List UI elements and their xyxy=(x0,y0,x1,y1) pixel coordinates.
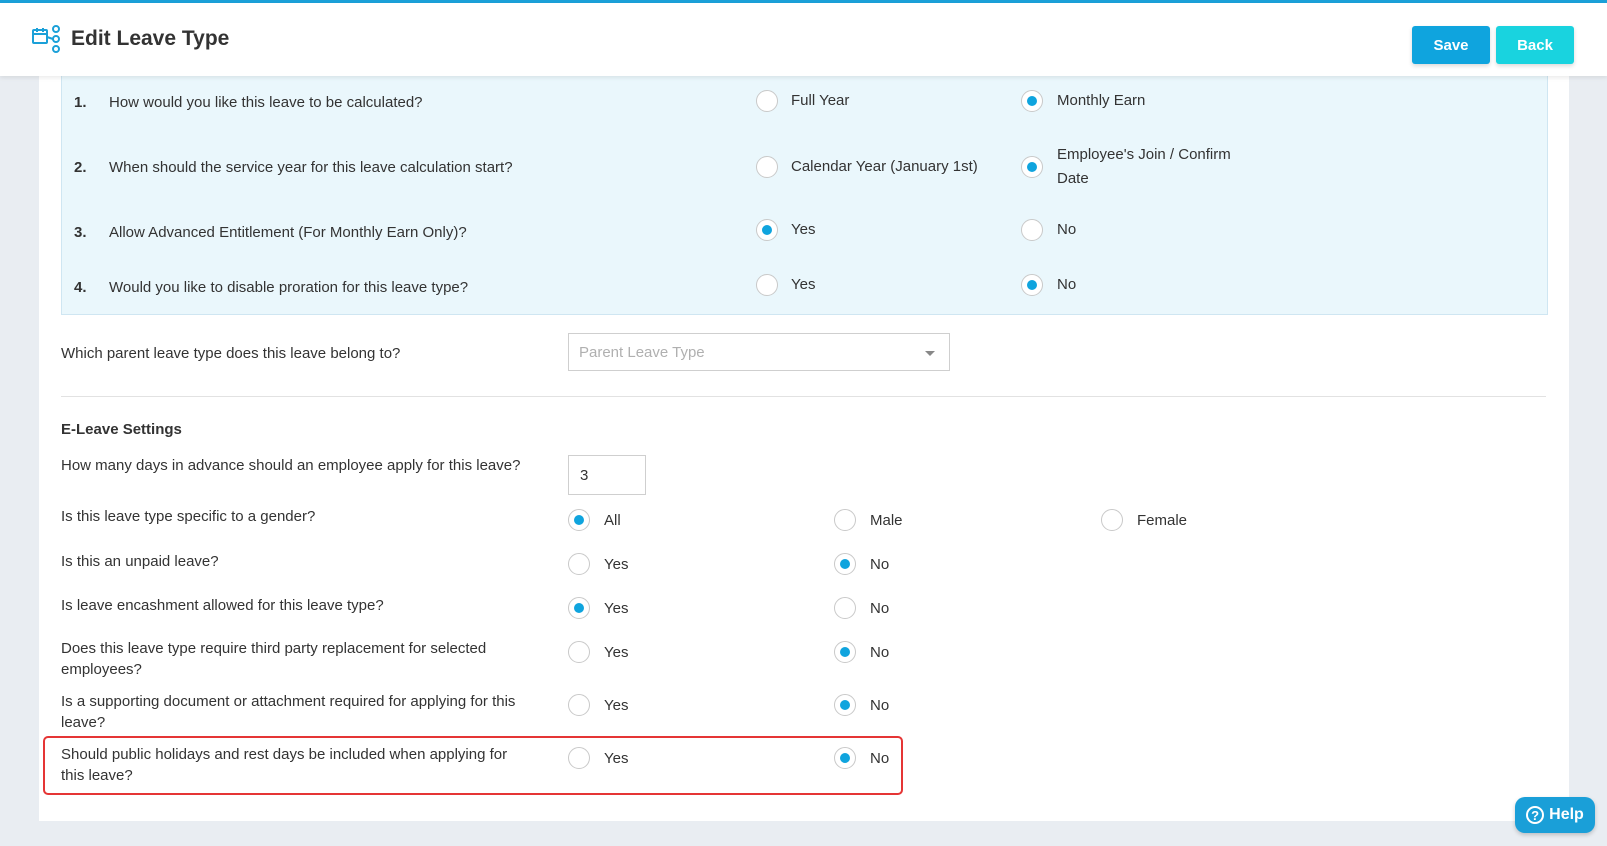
radio-gender-all[interactable] xyxy=(568,509,590,531)
option-label: No xyxy=(1057,221,1077,238)
question-text: Allow Advanced Entitlement (For Monthly … xyxy=(109,224,467,241)
option-label: All xyxy=(604,512,621,529)
chevron-down-icon xyxy=(925,351,935,356)
radio-replacement-no[interactable] xyxy=(834,641,856,663)
parent-leave-label: Which parent leave type does this leave … xyxy=(61,345,401,362)
select-placeholder: Parent Leave Type xyxy=(579,344,705,361)
option-label: Yes xyxy=(604,556,629,573)
page-header: Edit Leave Type Save Back xyxy=(0,3,1607,76)
back-button[interactable]: Back xyxy=(1496,26,1574,64)
option-label: No xyxy=(870,556,890,573)
radio-gender-female[interactable] xyxy=(1101,509,1123,531)
question-text: Would you like to disable proration for … xyxy=(109,279,469,296)
question-text: Is this leave type specific to a gender? xyxy=(61,508,316,525)
option-label: Yes xyxy=(604,697,629,714)
advance-days-input[interactable]: 3 xyxy=(568,455,646,495)
option-label: Employee's Join / Confirm Date xyxy=(1057,146,1231,187)
option-label: Female xyxy=(1137,512,1188,529)
question-text: Is a supporting document or attachment r… xyxy=(61,693,516,731)
save-button[interactable]: Save xyxy=(1412,26,1490,64)
advance-days-value: 3 xyxy=(580,467,589,484)
question-text: Does this leave type require third party… xyxy=(61,640,487,678)
question-text: Is this an unpaid leave? xyxy=(61,553,219,570)
help-label: Help xyxy=(1549,806,1584,823)
option-label: Yes xyxy=(604,600,629,617)
question-text: How would you like this leave to be calc… xyxy=(109,94,423,111)
page-title: Edit Leave Type xyxy=(71,27,230,50)
option-label: Yes xyxy=(791,221,816,238)
radio-unpaid-no[interactable] xyxy=(834,553,856,575)
radio-encashment-no[interactable] xyxy=(834,597,856,619)
radio-proration-yes[interactable] xyxy=(756,274,778,296)
eleave-section-title: E-Leave Settings xyxy=(61,421,182,438)
radio-calendar-year[interactable] xyxy=(756,156,778,178)
option-label: No xyxy=(870,697,890,714)
question-number: 3. xyxy=(74,224,87,241)
radio-encashment-yes[interactable] xyxy=(568,597,590,619)
option-label: Full Year xyxy=(791,92,850,109)
radio-join-confirm-date[interactable] xyxy=(1021,156,1043,178)
leave-type-icon xyxy=(32,25,60,53)
option-label: No xyxy=(870,600,890,617)
radio-gender-male[interactable] xyxy=(834,509,856,531)
highlight-box xyxy=(43,736,903,795)
question-number: 1. xyxy=(74,94,87,111)
radio-attachment-yes[interactable] xyxy=(568,694,590,716)
question-circle-icon: ? xyxy=(1526,806,1545,824)
parent-leave-select[interactable]: Parent Leave Type xyxy=(568,333,950,371)
option-label: Monthly Earn xyxy=(1057,92,1146,109)
advance-days-label: How many days in advance should an emplo… xyxy=(61,457,521,474)
radio-advanced-no[interactable] xyxy=(1021,219,1043,241)
question-text: When should the service year for this le… xyxy=(109,159,513,176)
option-label: Yes xyxy=(604,644,629,661)
option-label: No xyxy=(870,644,890,661)
radio-replacement-yes[interactable] xyxy=(568,641,590,663)
question-number: 4. xyxy=(74,279,87,296)
radio-proration-no[interactable] xyxy=(1021,274,1043,296)
radio-unpaid-yes[interactable] xyxy=(568,553,590,575)
question-number: 2. xyxy=(74,159,87,176)
question-text: Is leave encashment allowed for this lea… xyxy=(61,597,384,614)
radio-monthly-earn[interactable] xyxy=(1021,90,1043,112)
radio-advanced-yes[interactable] xyxy=(756,219,778,241)
option-label: No xyxy=(1057,276,1077,293)
radio-attachment-no[interactable] xyxy=(834,694,856,716)
option-label: Yes xyxy=(791,276,816,293)
section-divider xyxy=(61,396,1546,397)
option-label: Calendar Year (January 1st) xyxy=(791,158,978,175)
help-button[interactable]: ? Help xyxy=(1515,797,1595,833)
option-label: Male xyxy=(870,512,903,529)
radio-full-year[interactable] xyxy=(756,90,778,112)
